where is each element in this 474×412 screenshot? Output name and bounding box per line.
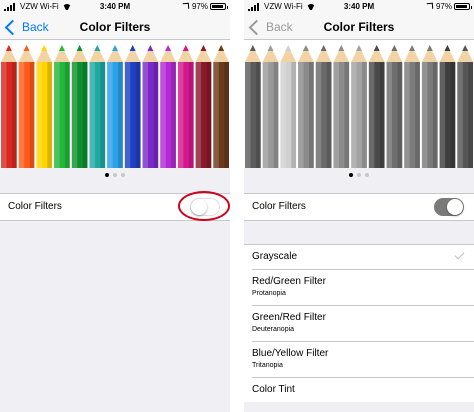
- phone-screen-grayscale: VZW Wi-Fi 3:40 PM 97% Back Color Filters…: [244, 0, 474, 412]
- page-dot-active: [349, 173, 353, 177]
- grayscale-pencils-image: [245, 45, 473, 168]
- page-indicator[interactable]: [0, 168, 230, 182]
- page-title: Color Filters: [79, 20, 151, 34]
- filter-option-green-red[interactable]: Green/Red Filter Deuteranopia: [252, 306, 474, 342]
- colored-pencils-image: [1, 45, 229, 168]
- page-dot-active: [105, 173, 109, 177]
- pencil: [280, 45, 297, 168]
- filter-subtitle: Tritanopia: [252, 362, 283, 369]
- page-dot: [113, 173, 117, 177]
- filter-subtitle: Deuteranopia: [252, 326, 295, 333]
- location-icon: [426, 2, 434, 10]
- page-title: Color Filters: [323, 20, 395, 34]
- checkmark-icon: [454, 249, 465, 260]
- status-bar: VZW Wi-Fi 3:40 PM 97%: [0, 0, 230, 14]
- pencil: [404, 45, 420, 168]
- page-dot: [357, 173, 361, 177]
- pencil: [195, 45, 212, 168]
- navigation-bar: Back Color Filters: [0, 14, 230, 40]
- pencil: [71, 45, 88, 168]
- battery-icon: [454, 3, 472, 11]
- pencil-preview-carousel[interactable]: [0, 40, 230, 168]
- phone-screen-color: VZW Wi-Fi 3:40 PM 97% Back Color Filters…: [0, 0, 230, 412]
- filter-option-color-tint[interactable]: Color Tint: [244, 378, 474, 402]
- pencil: [351, 45, 367, 168]
- filter-subtitle: Protanopia: [252, 290, 286, 297]
- pencil: [213, 45, 229, 168]
- color-filters-toggle[interactable]: [434, 198, 464, 216]
- battery-icon: [210, 3, 228, 11]
- pencil: [142, 45, 159, 168]
- pencil: [36, 45, 53, 168]
- filter-option-grayscale[interactable]: Grayscale: [252, 245, 474, 270]
- page-dot: [121, 173, 125, 177]
- toggle-knob: [447, 199, 463, 215]
- pencil: [177, 45, 194, 168]
- pencil: [315, 45, 332, 168]
- page-indicator[interactable]: [244, 168, 474, 182]
- location-icon: [182, 2, 190, 10]
- pencil-preview-carousel[interactable]: [244, 40, 474, 168]
- color-filters-label: Color Filters: [252, 201, 306, 212]
- status-bar: VZW Wi-Fi 3:40 PM 97%: [244, 0, 474, 14]
- pencil: [457, 45, 473, 168]
- page-dot: [365, 173, 369, 177]
- pencil: [298, 45, 314, 168]
- filter-options-list: Grayscale Red/Green Filter Protanopia Gr…: [244, 244, 474, 402]
- highlight-annotation-circle: [178, 191, 230, 221]
- pencil: [245, 45, 261, 168]
- pencil: [262, 45, 279, 168]
- pencil: [1, 45, 17, 168]
- pencil: [386, 45, 403, 168]
- pencil: [439, 45, 456, 168]
- color-filters-label: Color Filters: [8, 201, 62, 212]
- filter-option-blue-yellow[interactable]: Blue/Yellow Filter Tritanopia: [252, 342, 474, 378]
- pencil: [89, 45, 106, 168]
- battery-percent: 97%: [191, 2, 208, 11]
- battery-percent: 97%: [435, 2, 452, 11]
- pencil: [54, 45, 70, 168]
- pencil: [368, 45, 385, 168]
- color-filters-row: Color Filters: [244, 193, 474, 221]
- pencil: [107, 45, 123, 168]
- pencil: [160, 45, 176, 168]
- pencil: [333, 45, 350, 168]
- pencil: [18, 45, 35, 168]
- filter-name: Grayscale: [252, 251, 298, 262]
- filter-name: Blue/Yellow Filter: [252, 348, 329, 359]
- filter-option-red-green[interactable]: Red/Green Filter Protanopia: [252, 270, 474, 306]
- pencil: [421, 45, 438, 168]
- filter-name: Green/Red Filter: [252, 312, 326, 323]
- pencil: [124, 45, 141, 168]
- filter-name: Color Tint: [252, 384, 295, 395]
- navigation-bar: Back Color Filters: [244, 14, 474, 40]
- filter-name: Red/Green Filter: [252, 276, 326, 287]
